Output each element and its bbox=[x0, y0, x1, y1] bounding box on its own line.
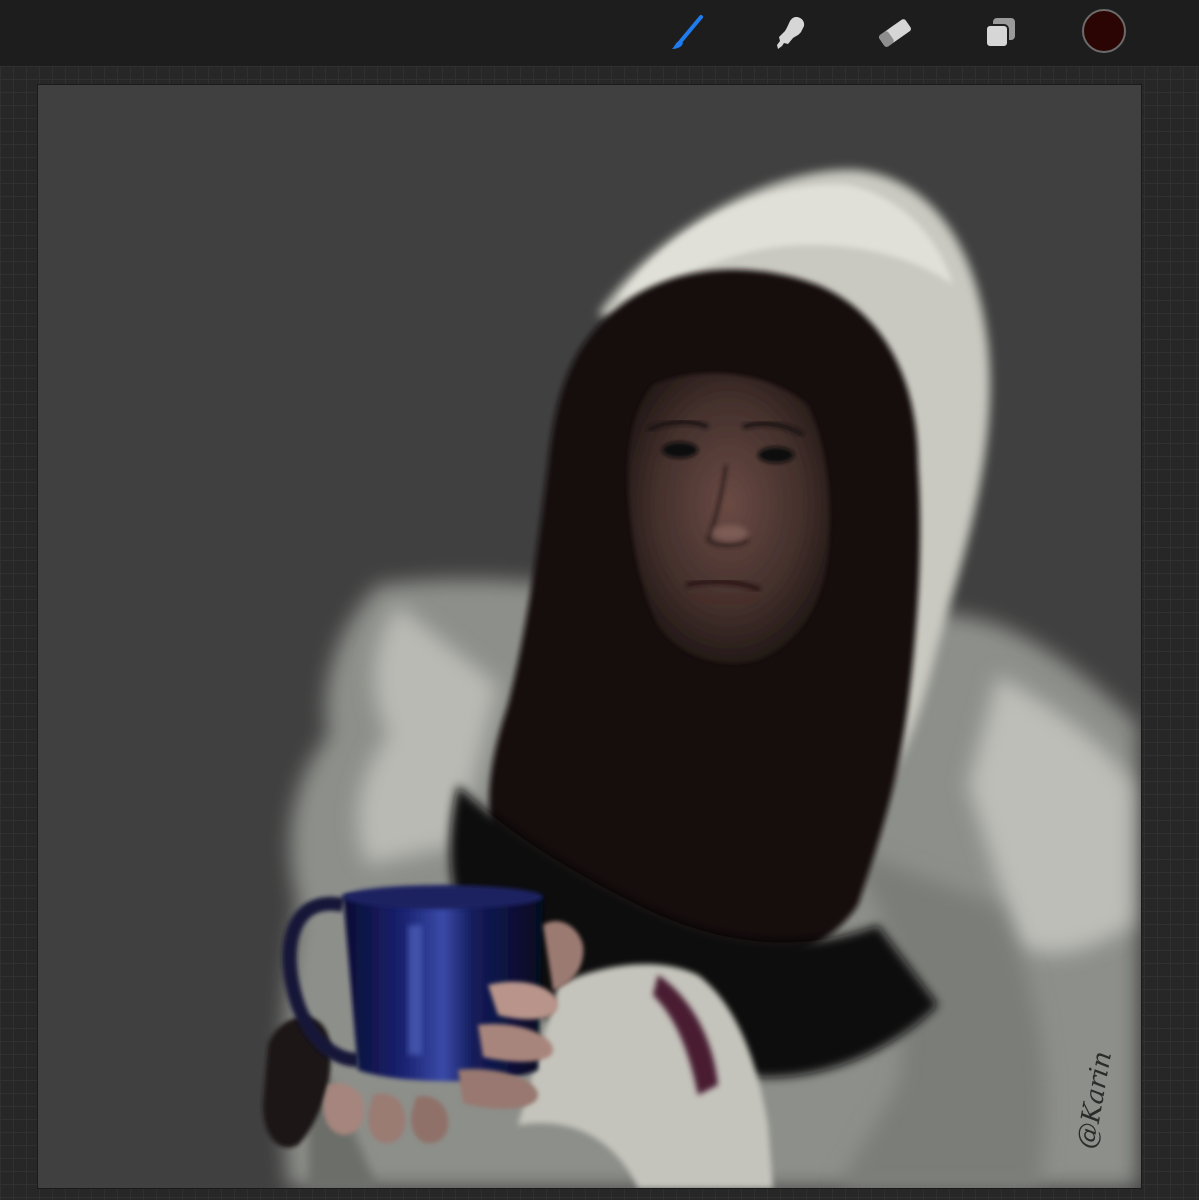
drawing-canvas[interactable]: @Karin bbox=[38, 85, 1141, 1188]
layers-icon bbox=[985, 18, 1015, 48]
top-toolbar bbox=[0, 0, 1199, 66]
brush-tool-button[interactable] bbox=[664, 10, 710, 56]
layers-tool-button[interactable] bbox=[977, 10, 1023, 56]
brush-icon bbox=[672, 15, 703, 49]
current-color-swatch[interactable] bbox=[1082, 9, 1126, 53]
smudge-tool-button[interactable] bbox=[767, 10, 813, 56]
eraser-icon bbox=[879, 19, 911, 47]
smudge-icon bbox=[777, 17, 805, 49]
portrait-artwork: @Karin bbox=[263, 169, 1138, 1188]
eraser-tool-button[interactable] bbox=[872, 10, 918, 56]
